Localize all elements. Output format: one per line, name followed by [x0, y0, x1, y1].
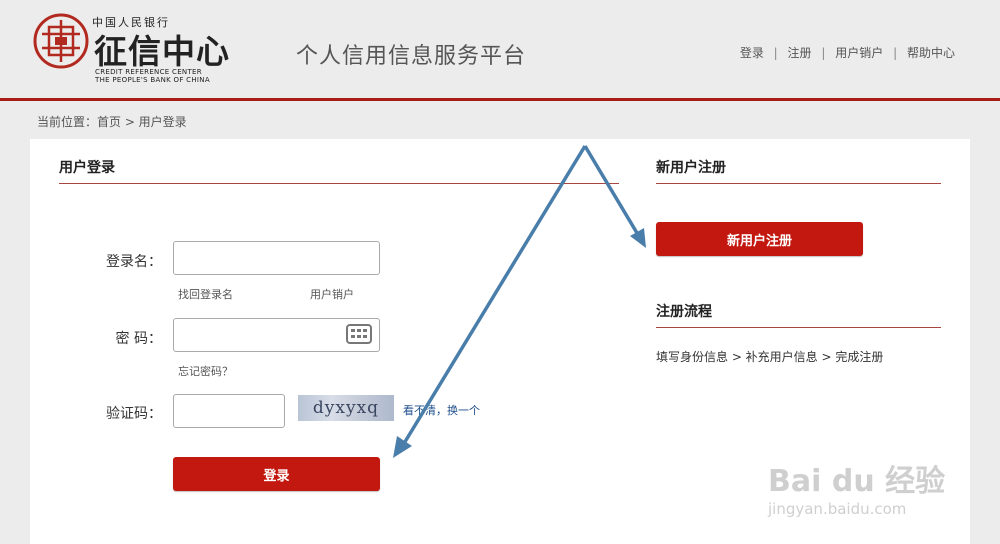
- login-section-divider: [59, 183, 619, 184]
- register-section-title: 新用户注册: [656, 160, 726, 176]
- forgot-password-link[interactable]: 忘记密码？: [178, 363, 233, 379]
- register-process-title: 注册流程: [656, 304, 712, 320]
- logo[interactable]: 中国人民银行 征信中心 CREDIT REFERENCE CENTER THE …: [32, 12, 232, 86]
- credit-center-seal-icon: [33, 13, 89, 69]
- register-process-steps: 填写身份信息 > 补充用户信息 > 完成注册: [656, 350, 884, 364]
- nav-separator: |: [821, 46, 826, 60]
- username-label: 登录名：: [106, 254, 162, 270]
- nav-cancel-account-link[interactable]: 用户销户: [835, 46, 883, 60]
- captcha-refresh-link[interactable]: 看不清，换一个: [403, 402, 480, 418]
- breadcrumb: 当前位置：首页 > 用户登录: [37, 115, 187, 129]
- baidu-watermark: Bai du 经验 jingyan.baidu.com: [768, 442, 948, 532]
- find-username-link[interactable]: 找回登录名: [178, 286, 233, 302]
- new-user-register-button[interactable]: 新用户注册: [656, 222, 863, 256]
- nav-login-link[interactable]: 登录: [740, 46, 764, 60]
- username-input[interactable]: [173, 241, 380, 275]
- register-section-divider: [656, 183, 941, 184]
- captcha-input[interactable]: [173, 394, 285, 428]
- nav-help-link[interactable]: 帮助中心: [907, 46, 955, 60]
- cancel-account-link[interactable]: 用户销户: [310, 286, 354, 302]
- top-nav: 登录 | 注册 | 用户销户 | 帮助中心: [740, 44, 955, 61]
- nav-separator: |: [773, 46, 778, 60]
- register-process-divider: [656, 327, 941, 328]
- password-label: 密 码：: [115, 331, 162, 347]
- nav-separator: |: [893, 46, 898, 60]
- captcha-image[interactable]: dyxyxq: [298, 395, 394, 421]
- platform-title: 个人信用信息服务平台: [296, 44, 527, 69]
- header-divider: [0, 98, 1000, 101]
- site-header: 中国人民银行 征信中心 CREDIT REFERENCE CENTER THE …: [0, 0, 1000, 100]
- login-button[interactable]: 登录: [173, 457, 380, 491]
- watermark-url: jingyan.baidu.com: [768, 500, 907, 518]
- keyboard-icon[interactable]: [346, 324, 372, 344]
- logo-english-line1: CREDIT REFERENCE CENTER: [95, 68, 202, 76]
- logo-english-line2: THE PEOPLE'S BANK OF CHINA: [95, 76, 210, 84]
- logo-main-text: 征信中心: [94, 32, 230, 71]
- nav-register-link[interactable]: 注册: [788, 46, 812, 60]
- captcha-label: 验证码：: [106, 406, 162, 422]
- login-section-title: 用户登录: [59, 160, 115, 176]
- watermark-brand: Bai du 经验: [768, 464, 946, 499]
